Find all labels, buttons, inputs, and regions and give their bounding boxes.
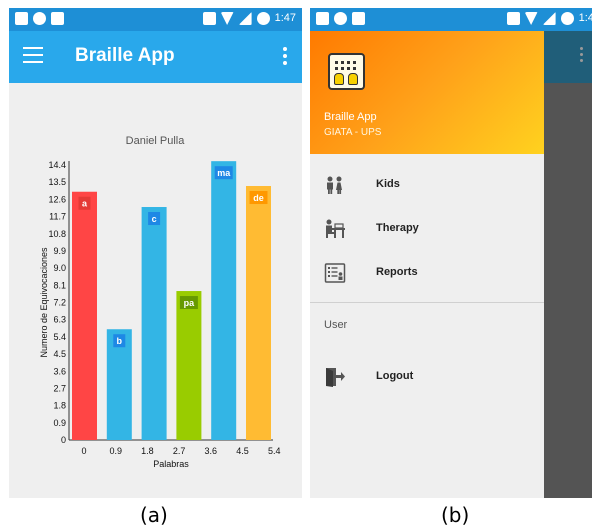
y-tick-label: 9.0 [53, 263, 66, 273]
y-axis-label: Numero de Equivocaciones [39, 247, 49, 358]
navigation-drawer: Braille App GIATA - UPS Kids Therapy Rep… [310, 31, 544, 498]
drawer-item-kids[interactable]: Kids [310, 163, 544, 207]
vibrate-icon [506, 12, 520, 25]
bar-label-pa: pa [184, 298, 195, 308]
overflow-menu-icon [578, 47, 584, 65]
signal-icon [238, 12, 252, 25]
bar-de [246, 186, 271, 440]
bar-chart: Daniel Pulla 0 0.9 1.8 2.7 3.6 4.5 5.4 6.3 7.2 8.1… [39, 135, 281, 469]
y-tick-label: 0 [61, 435, 66, 445]
x-tick-label: 2.7 [173, 446, 186, 456]
y-tick-label: 14.4 [48, 160, 66, 170]
x-tick-label: 0 [81, 446, 86, 456]
status-bar: 1:47 [9, 8, 302, 31]
chart-title: Daniel Pulla [126, 135, 186, 147]
kids-icon [327, 176, 342, 194]
bar-ma [211, 161, 237, 441]
wifi-icon [524, 12, 538, 25]
drawer-item-label: Therapy [376, 222, 419, 234]
y-tick-label: 1.8 [53, 401, 66, 411]
y-tick-label: 4.5 [53, 349, 66, 359]
y-tick-label: 9.9 [53, 246, 66, 256]
image-notification-icon [316, 12, 329, 25]
y-tick-label: 5.4 [53, 332, 66, 342]
drawer-item-logout[interactable]: Logout [310, 355, 544, 399]
reports-icon [324, 263, 346, 283]
phone-screen-drawer: 1:42 Braille App GIATA - UPS Kids [310, 8, 592, 498]
image-notification-icon [15, 12, 28, 25]
y-tick-label: 10.8 [48, 229, 66, 239]
x-tick-label: 0.9 [109, 446, 122, 456]
drawer-divider [310, 302, 544, 303]
y-tick-label: 12.6 [48, 194, 66, 204]
drawer-item-reports[interactable]: Reports [310, 251, 544, 295]
bar-label-de: de [253, 193, 264, 203]
x-axis-label: Palabras [153, 459, 189, 469]
app-notification-icon [33, 12, 46, 25]
status-time: 1:42 [578, 12, 592, 24]
x-tick-label: 1.8 [141, 446, 154, 456]
bar-a [72, 191, 97, 440]
app-title: Braille App [75, 45, 175, 66]
battery-saver-icon [256, 12, 270, 25]
battery-saver-icon [560, 12, 574, 25]
vibrate-icon [202, 12, 216, 25]
drawer-item-therapy[interactable]: Therapy [310, 207, 544, 251]
android-notification-icon [352, 12, 365, 25]
x-tick-label: 3.6 [205, 446, 218, 456]
y-tick-label: 7.2 [53, 298, 66, 308]
x-tick-label: 5.4 [268, 446, 281, 456]
hamburger-menu-icon[interactable] [23, 47, 43, 63]
drawer-item-label: Reports [376, 266, 418, 278]
logout-icon [326, 368, 345, 387]
bar-c [141, 207, 167, 440]
signal-icon [542, 12, 556, 25]
bar-label-c: c [152, 214, 157, 224]
overflow-menu-icon[interactable] [282, 47, 288, 67]
braille-app-logo-icon [328, 53, 365, 90]
y-tick-label: 3.6 [53, 366, 66, 376]
drawer-app-name: Braille App [324, 111, 377, 123]
y-tick-label: 11.7 [49, 212, 66, 222]
drawer-item-label: Kids [376, 178, 400, 190]
bar-label-b: b [117, 336, 123, 346]
caption-b: (b) [441, 503, 470, 527]
y-tick-label: 6.3 [53, 315, 66, 325]
status-bar: 1:42 [310, 8, 592, 31]
phone-screen-chart: 1:47 Braille App Daniel Pulla 0 0.9 1.8 2.7 3… [9, 8, 302, 498]
drawer-item-label: Logout [376, 370, 414, 382]
app-bar: Braille App [9, 31, 302, 83]
app-notification-icon [334, 12, 347, 25]
wifi-icon [220, 12, 234, 25]
bar-label-ma: ma [217, 168, 231, 178]
y-tick-label: 0.9 [53, 418, 66, 428]
drawer-header: Braille App GIATA - UPS [310, 31, 544, 154]
y-tick-label: 2.7 [53, 383, 66, 393]
dimmed-app-bar [544, 31, 592, 83]
x-tick-label: 4.5 [236, 446, 249, 456]
android-notification-icon [51, 12, 64, 25]
caption-a: (a) [140, 503, 168, 527]
bar-pa [176, 291, 202, 440]
status-time: 1:47 [274, 12, 296, 24]
drawer-subtitle: GIATA - UPS [324, 127, 382, 138]
drawer-section-user: User [324, 319, 348, 331]
y-tick-label: 13.5 [48, 177, 66, 187]
y-tick-label: 8.1 [53, 280, 66, 290]
therapy-icon [326, 219, 345, 238]
